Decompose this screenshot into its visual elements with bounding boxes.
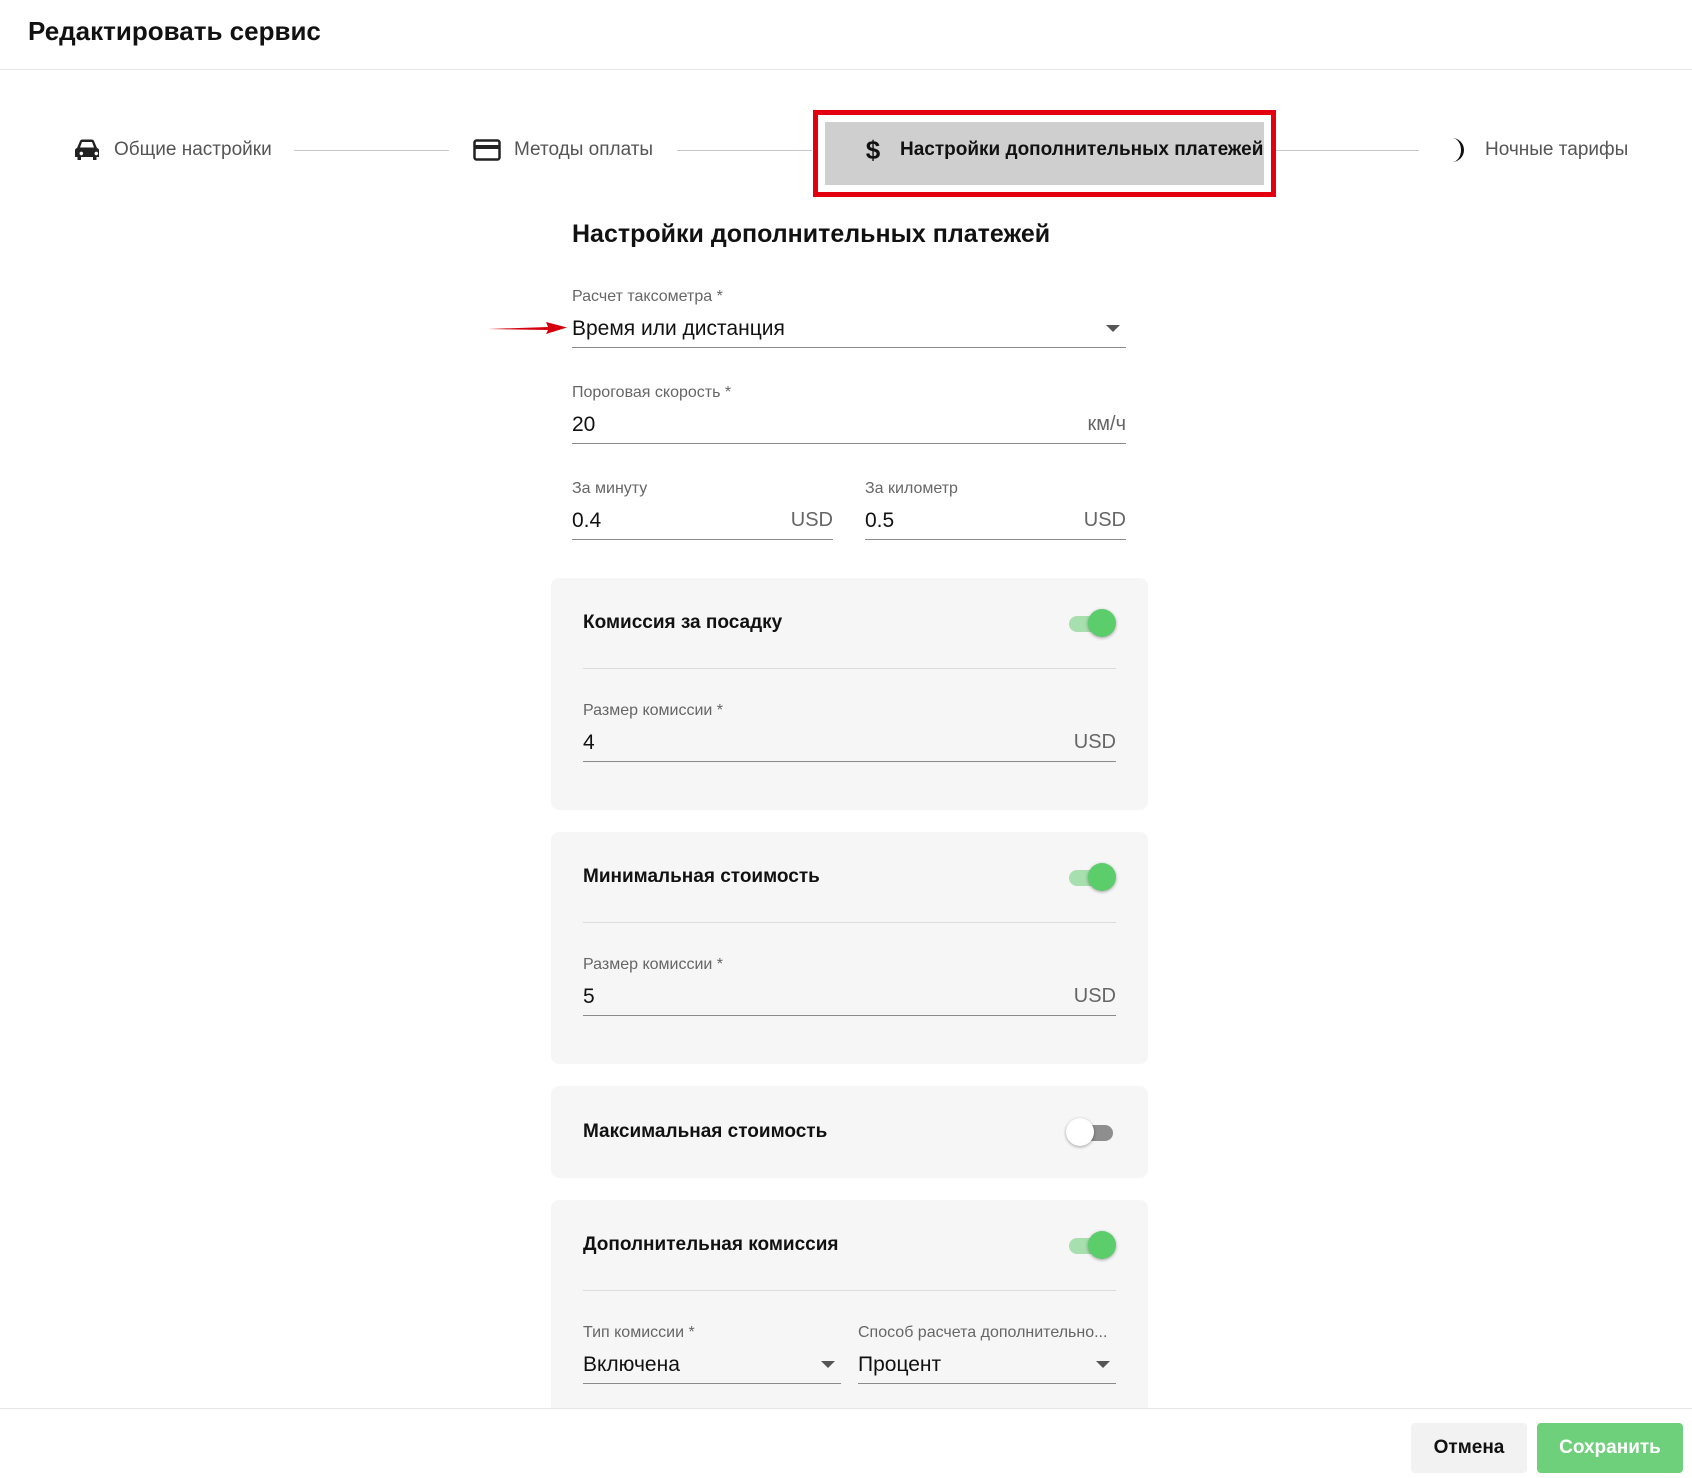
caret-down-icon <box>821 1361 835 1368</box>
fee-type-select[interactable]: Тип комиссии * Включена <box>583 1324 841 1384</box>
credit-card-icon <box>472 135 502 165</box>
extra-fee-toggle[interactable] <box>1066 1230 1116 1260</box>
field-label: Пороговая скорость * <box>572 384 732 401</box>
step-connector <box>677 150 812 151</box>
select-value: Процент <box>858 1352 942 1376</box>
divider <box>583 922 1116 923</box>
field-label: Размер комиссии * <box>583 702 723 719</box>
currency-suffix: USD <box>790 509 833 531</box>
card-title: Максимальная стоимость <box>583 1121 828 1142</box>
field-label: Тип комиссии * <box>583 1324 695 1341</box>
max-cost-card: Максимальная стоимость <box>551 1086 1148 1178</box>
step-general-settings[interactable]: Общие настройки <box>72 135 272 165</box>
currency-suffix: USD <box>1083 509 1126 531</box>
field-label: За километр <box>865 480 958 497</box>
threshold-speed-field[interactable]: Пороговая скорость * 20 км/ч <box>572 384 1126 444</box>
input-value: 4 <box>583 730 595 754</box>
field-label: Расчет таксометра * <box>572 288 723 305</box>
currency-suffix: USD <box>1073 985 1116 1007</box>
card-title: Комиссия за посадку <box>583 612 783 633</box>
boarding-fee-toggle[interactable] <box>1066 608 1116 638</box>
divider <box>583 1290 1116 1291</box>
step-connector <box>1276 150 1419 151</box>
step-payment-methods[interactable]: Методы оплаты <box>472 135 653 165</box>
step-label: Ночные тарифы <box>1485 139 1629 160</box>
extra-fee-card: Дополнительная комиссия Тип комиссии * В… <box>551 1200 1148 1410</box>
cancel-button[interactable]: Отмена <box>1411 1423 1527 1473</box>
step-extra-payments[interactable]: $ Настройки дополнительных платежей <box>858 135 1264 165</box>
per-minute-field[interactable]: За минуту 0.4 USD <box>572 480 833 540</box>
min-cost-amount-field[interactable]: Размер комиссии * 5 USD <box>583 956 1116 1016</box>
dialog-footer: Отмена Сохранить <box>0 1408 1692 1478</box>
step-label: Настройки дополнительных платежей <box>900 139 1264 160</box>
save-button[interactable]: Сохранить <box>1537 1423 1683 1473</box>
field-label: Способ расчета дополнительно... <box>858 1324 1108 1341</box>
min-cost-card: Минимальная стоимость Размер комиссии * … <box>551 832 1148 1064</box>
field-label: Размер комиссии * <box>583 956 723 973</box>
fee-method-select[interactable]: Способ расчета дополнительно... Процент <box>858 1324 1116 1384</box>
dialog-header: Редактировать сервис <box>0 0 1692 70</box>
divider <box>583 668 1116 669</box>
arrow-annotation-icon <box>488 322 567 334</box>
card-title: Дополнительная комиссия <box>583 1234 839 1255</box>
step-connector <box>294 150 449 151</box>
section-title: Настройки дополнительных платежей <box>572 220 1051 248</box>
caret-down-icon <box>1106 325 1120 332</box>
taximeter-select[interactable]: Расчет таксометра * Время или дистанция <box>572 288 1126 348</box>
stepper: Общие настройки Методы оплаты $ Настройк… <box>0 110 1692 197</box>
step-label: Общие настройки <box>114 139 272 160</box>
field-label: За минуту <box>572 480 648 497</box>
select-value: Включена <box>583 1352 680 1376</box>
max-cost-toggle[interactable] <box>1066 1117 1116 1147</box>
step-label: Методы оплаты <box>514 139 654 160</box>
car-icon <box>72 135 102 165</box>
input-value: 0.4 <box>572 508 602 532</box>
caret-down-icon <box>1096 1361 1110 1368</box>
input-value: 5 <box>583 984 595 1008</box>
input-value: 20 <box>572 412 596 436</box>
min-cost-toggle[interactable] <box>1066 862 1116 892</box>
page-title: Редактировать сервис <box>28 16 321 46</box>
step-night-tariffs[interactable]: Ночные тарифы <box>1443 135 1628 165</box>
dollar-icon: $ <box>858 135 888 165</box>
currency-suffix: USD <box>1073 731 1116 753</box>
moon-icon <box>1443 135 1473 165</box>
select-value: Время или дистанция <box>572 316 785 340</box>
card-title: Минимальная стоимость <box>583 866 820 887</box>
unit-suffix: км/ч <box>1087 413 1126 435</box>
input-value: 0.5 <box>865 508 895 532</box>
svg-text:$: $ <box>866 136 881 164</box>
per-km-field[interactable]: За километр 0.5 USD <box>865 480 1126 540</box>
boarding-fee-amount-field[interactable]: Размер комиссии * 4 USD <box>583 702 1116 762</box>
boarding-fee-card: Комиссия за посадку Размер комиссии * 4 … <box>551 578 1148 810</box>
